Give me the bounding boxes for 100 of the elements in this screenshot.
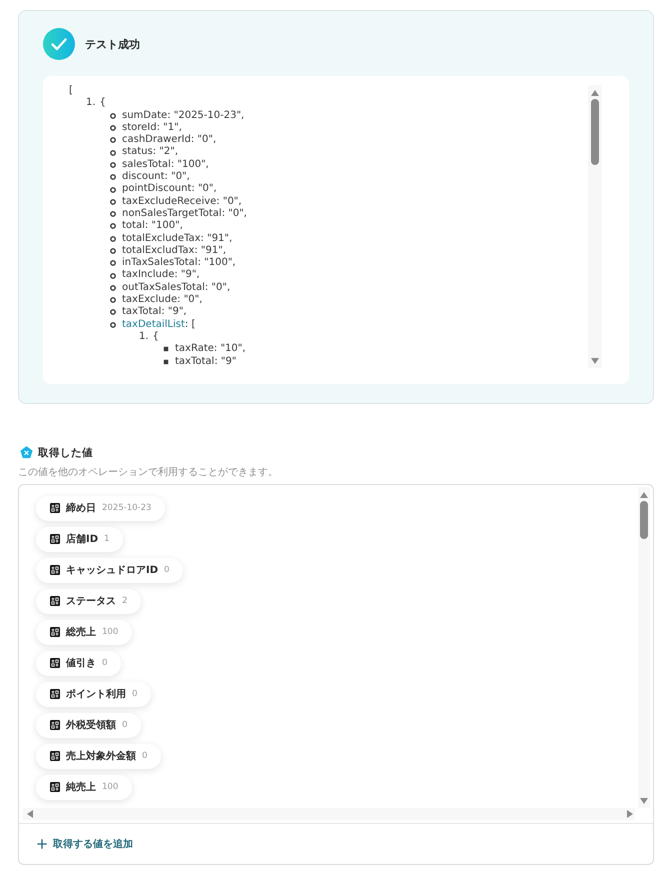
- json-line: totalExcludeTax: "91",: [122, 232, 232, 245]
- json-key-link[interactable]: taxDetailList: [122, 318, 185, 330]
- chip-value: 100: [102, 782, 118, 792]
- json-line: status: "2",: [122, 146, 178, 159]
- value-chip[interactable]: 総売上 100: [36, 620, 132, 645]
- ring-bullet-icon: [110, 236, 116, 242]
- ring-bullet-icon: [110, 112, 116, 119]
- variable-badge-icon: [20, 446, 33, 460]
- ring-bullet-icon: [110, 137, 116, 144]
- json-line: taxDetailList: [: [122, 318, 196, 331]
- chip-value: 0: [164, 565, 170, 576]
- left-arrow-icon[interactable]: [27, 810, 33, 818]
- chip-label: 純売上: [66, 780, 96, 794]
- value-chip[interactable]: キャッシュドロアID 0: [36, 558, 184, 583]
- scroll-thumb[interactable]: [591, 99, 599, 165]
- down-arrow-icon[interactable]: [591, 358, 599, 364]
- value-chip[interactable]: 締め日 2025-10-23: [36, 496, 166, 521]
- json-line: taxTotal: "9",: [122, 306, 187, 319]
- ring-bullet-icon: [110, 272, 116, 279]
- chip-label: 締め日: [66, 501, 96, 516]
- chip-label: 売上対象外金額: [66, 749, 136, 764]
- json-line: [: [69, 85, 73, 98]
- value-chip[interactable]: 店舗ID 1: [36, 526, 124, 552]
- list-number: 1.: [139, 330, 149, 344]
- ring-bullet-icon: [110, 125, 116, 132]
- add-value-button[interactable]: 取得する値を追加: [37, 834, 133, 853]
- chip-label: 店舗ID: [66, 532, 98, 546]
- horizontal-scrollbar[interactable]: [23, 808, 635, 820]
- json-line: discount: "0",: [122, 171, 190, 183]
- symbol-tile-icon: [50, 658, 60, 668]
- json-line: nonSalesTargetTotal: "0",: [122, 208, 247, 220]
- ring-bullet-icon: [110, 211, 116, 218]
- list-number: 1.: [86, 97, 96, 110]
- result-title: テスト成功: [85, 36, 140, 52]
- value-chip[interactable]: ポイント利用 0: [36, 682, 152, 707]
- chip-value: 0: [102, 658, 108, 668]
- chip-label: 外税受領額: [66, 718, 116, 732]
- json-line: pointDiscount: "0",: [122, 183, 217, 196]
- json-line: taxExcludeReceive: "0",: [122, 196, 242, 208]
- value-chip[interactable]: 値引き 0: [36, 650, 122, 676]
- plus-icon: [37, 838, 47, 849]
- up-arrow-icon[interactable]: [640, 492, 648, 498]
- symbol-tile-icon: [50, 503, 60, 514]
- ring-bullet-icon: [110, 309, 116, 316]
- square-bullet-icon: [163, 346, 169, 352]
- chip-label: 値引き: [66, 656, 96, 670]
- json-line: taxRate: "10",: [175, 343, 246, 356]
- chip-label: ポイント利用: [66, 688, 126, 702]
- chip-value: 2: [122, 596, 128, 606]
- ring-bullet-icon: [110, 174, 116, 180]
- json-line: taxTotal: "9": [175, 356, 236, 368]
- json-line: taxInclude: "9",: [122, 269, 200, 282]
- symbol-tile-icon: [50, 782, 60, 792]
- ring-bullet-icon: [110, 186, 116, 193]
- right-arrow-icon[interactable]: [627, 810, 633, 818]
- value-chip[interactable]: 純売上 100: [36, 774, 132, 800]
- json-line: inTaxSalesTotal: "100",: [122, 257, 236, 269]
- json-line: taxExclude: "0",: [122, 294, 202, 306]
- ring-bullet-icon: [110, 322, 116, 328]
- down-arrow-icon[interactable]: [640, 798, 648, 804]
- ring-bullet-icon: [110, 260, 116, 266]
- ring-bullet-icon: [110, 248, 116, 254]
- square-bullet-icon: [163, 358, 169, 365]
- chip-label: 総売上: [66, 626, 96, 640]
- chip-value: 100: [102, 627, 118, 638]
- symbol-tile-icon: [50, 565, 60, 576]
- symbol-tile-icon: [50, 596, 60, 606]
- value-chip[interactable]: 外税受領額 0: [36, 712, 142, 738]
- chip-value: 0: [142, 751, 148, 762]
- ring-bullet-icon: [110, 198, 116, 205]
- symbol-tile-icon: [50, 689, 60, 700]
- chip-value: 0: [122, 720, 128, 730]
- ring-bullet-icon: [110, 150, 116, 156]
- value-chip[interactable]: ステータス 2: [36, 588, 142, 614]
- symbol-tile-icon: [50, 751, 60, 762]
- json-line: outTaxSalesTotal: "0",: [122, 282, 230, 294]
- json-line: cashDrawerId: "0",: [122, 134, 216, 146]
- symbol-tile-icon: [50, 534, 60, 544]
- chip-label: ステータス: [66, 595, 116, 608]
- vertical-scrollbar[interactable]: [588, 85, 602, 368]
- symbol-tile-icon: [50, 720, 60, 730]
- chip-value: 2025-10-23: [102, 503, 152, 514]
- up-arrow-icon[interactable]: [591, 90, 599, 96]
- json-line: total: "100",: [122, 220, 183, 233]
- value-chip[interactable]: 売上対象外金額 0: [36, 744, 162, 769]
- ring-bullet-icon: [110, 162, 116, 168]
- ring-bullet-icon: [110, 223, 116, 230]
- json-line: {: [100, 97, 106, 110]
- chip-value: 0: [132, 689, 138, 700]
- section-description: この値を他のオペレーションで利用することができます。: [18, 466, 279, 479]
- vertical-scrollbar[interactable]: [638, 486, 650, 808]
- section-title: 取得した値: [38, 446, 93, 460]
- symbol-tile-icon: [50, 627, 60, 638]
- chip-value: 1: [104, 534, 110, 544]
- chip-label: キャッシュドロアID: [66, 564, 158, 578]
- scroll-thumb[interactable]: [640, 500, 648, 539]
- ring-bullet-icon: [110, 297, 116, 304]
- json-line: salesTotal: "100",: [122, 158, 209, 171]
- ring-bullet-icon: [110, 284, 116, 291]
- json-line: {: [152, 330, 159, 344]
